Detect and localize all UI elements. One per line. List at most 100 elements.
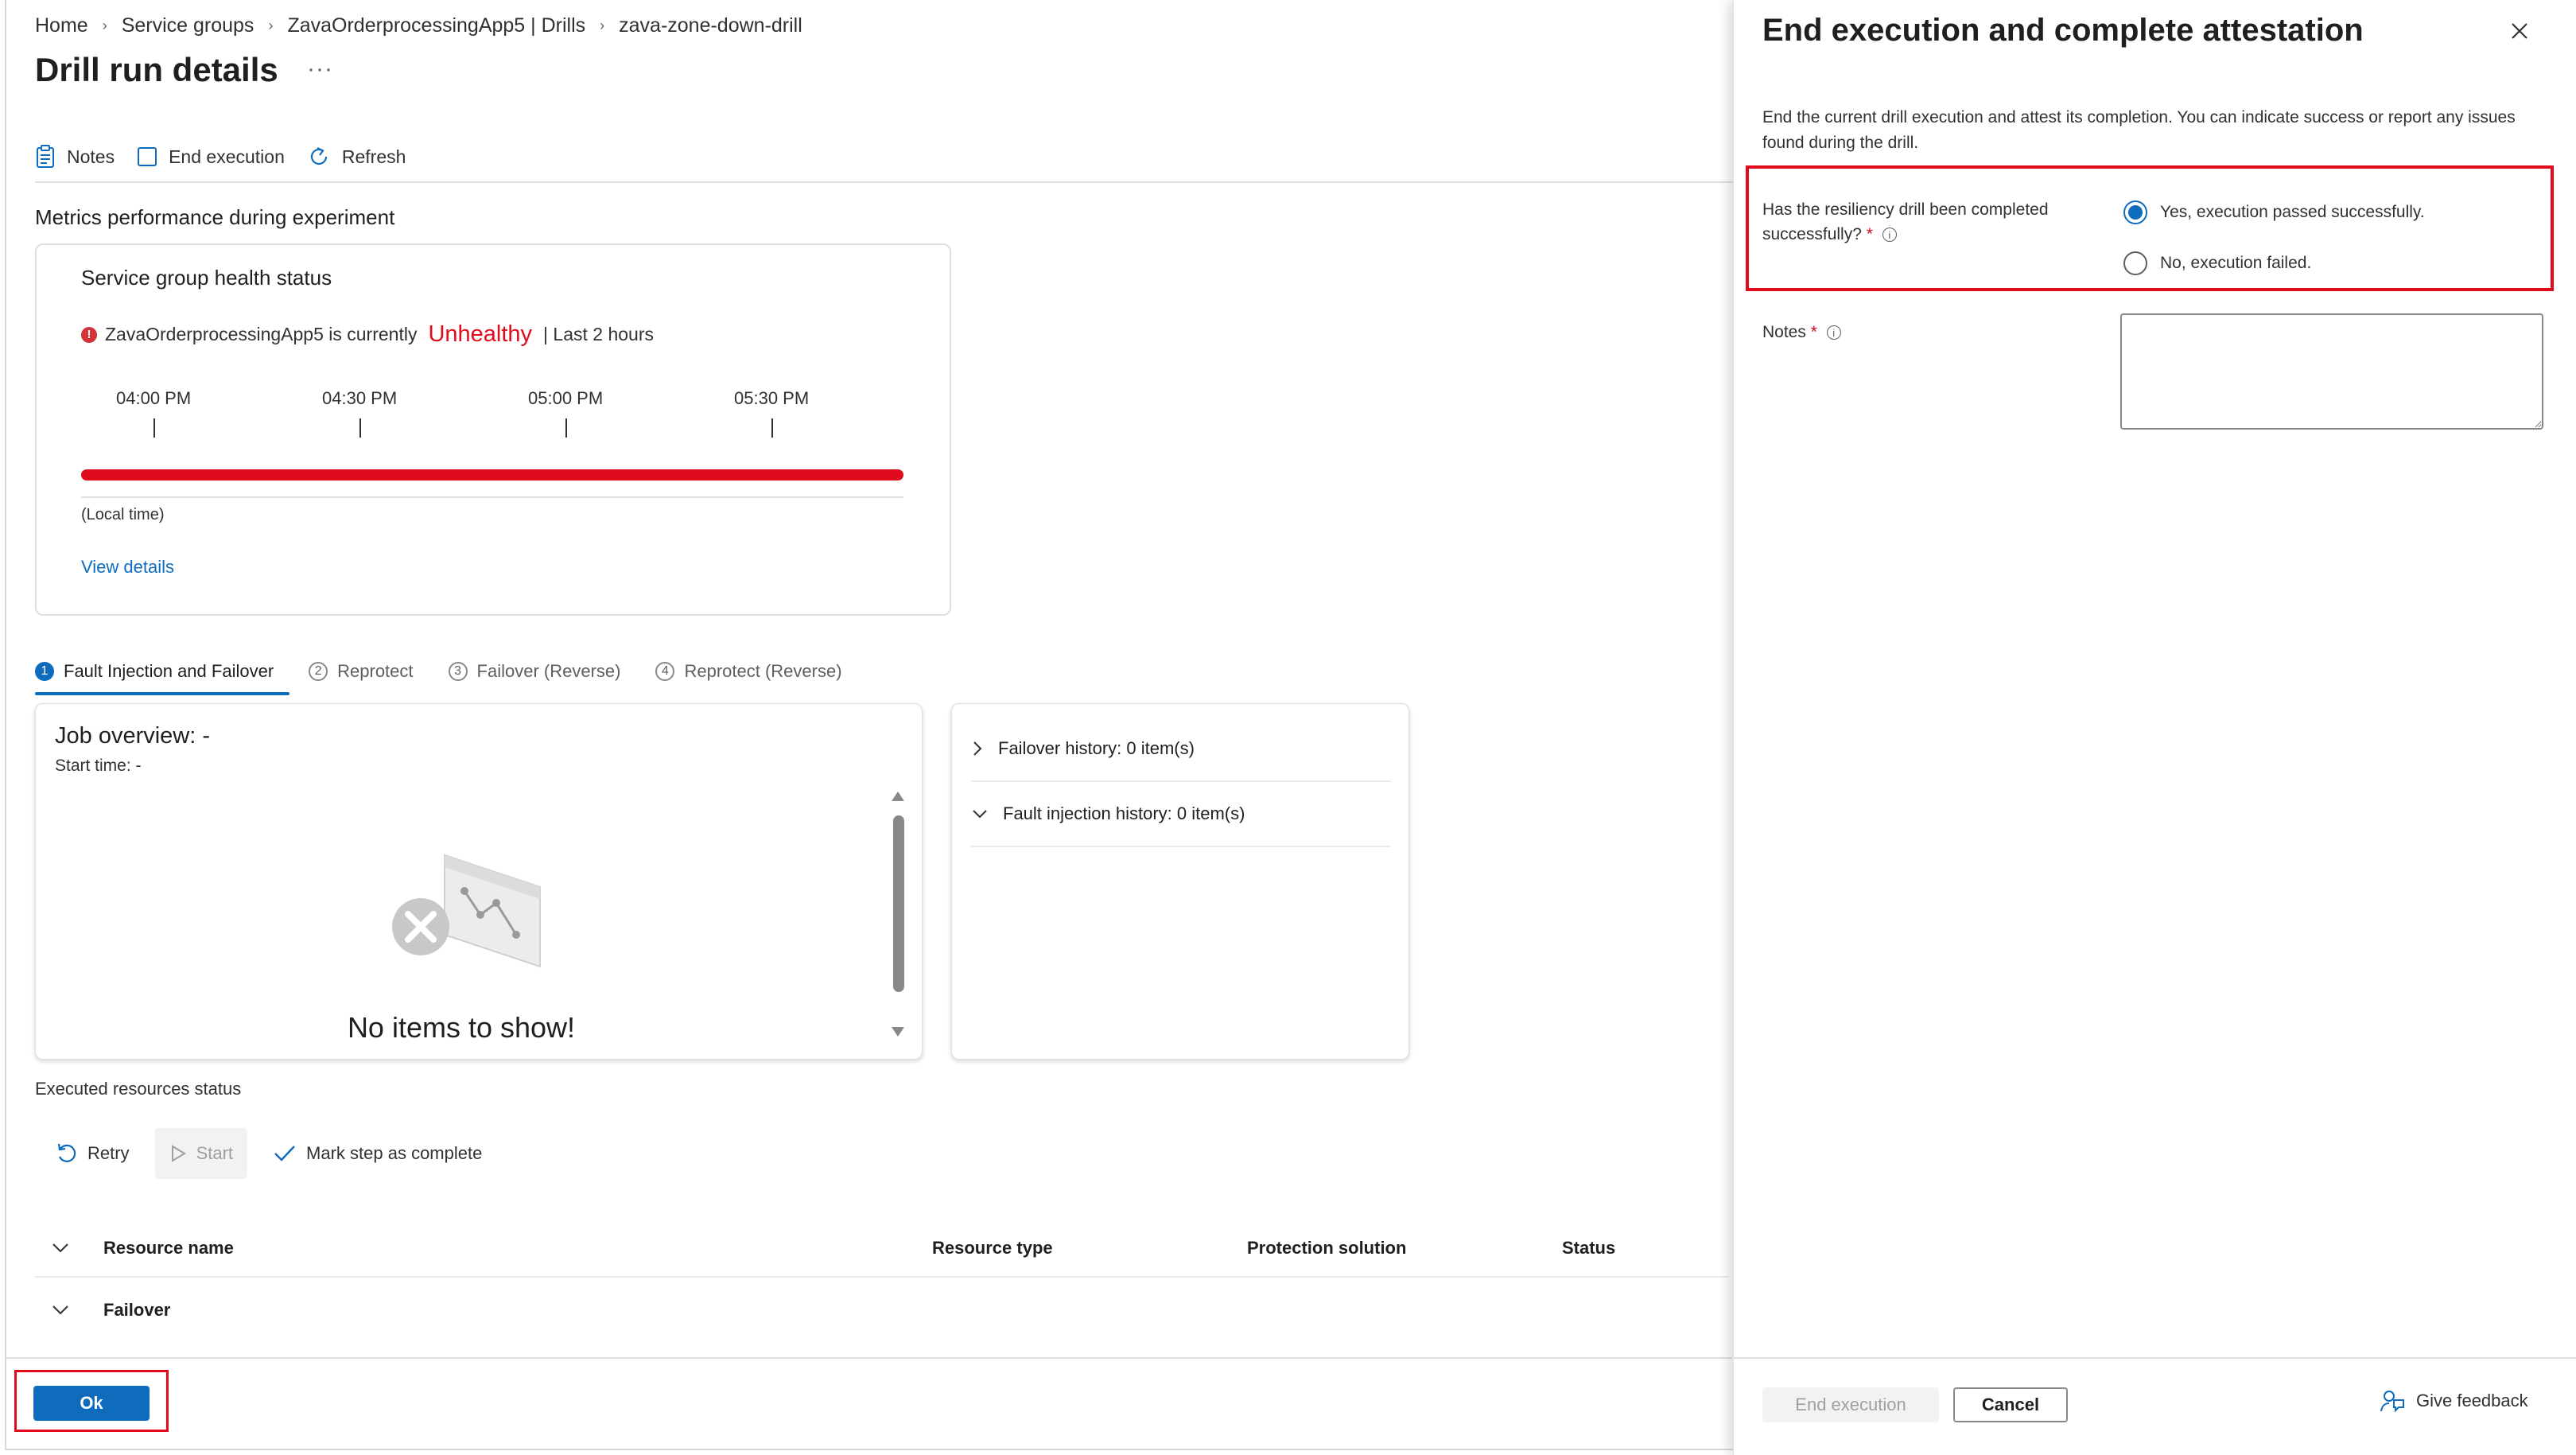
refresh-label: Refresh: [341, 146, 406, 167]
step-number: 1: [35, 662, 54, 681]
chevron-right-icon: ›: [268, 17, 274, 33]
radio-button-selected[interactable]: [2123, 200, 2147, 224]
tick-label: 04:30 PM: [322, 388, 398, 408]
chevron-right-icon: [973, 741, 982, 756]
breadcrumb-drill[interactable]: zava-zone-down-drill: [619, 14, 802, 37]
failover-history-label: Failover history: 0 item(s): [998, 738, 1195, 758]
radio-no-failed[interactable]: No, execution failed.: [2123, 251, 2311, 275]
end-execution-button[interactable]: End execution: [137, 140, 285, 173]
close-icon[interactable]: [2509, 21, 2530, 41]
notes-field-label: Notes * i: [1762, 323, 1841, 342]
give-feedback-button[interactable]: Give feedback: [2380, 1389, 2528, 1413]
info-icon[interactable]: i: [1882, 228, 1897, 243]
timeline-axis: [81, 496, 903, 498]
scrollbar[interactable]: [890, 792, 906, 1037]
tab-reprotect[interactable]: 2 Reprotect: [309, 661, 414, 682]
question-text: Has the resiliency drill been completed …: [1762, 200, 2049, 243]
status-prefix: ZavaOrderprocessingApp5 is currently: [105, 324, 418, 344]
table-group-row[interactable]: Failover: [35, 1282, 1729, 1338]
tick-label: 05:00 PM: [528, 388, 604, 408]
fault-injection-history-row[interactable]: Fault injection history: 0 item(s): [971, 782, 1391, 847]
chevron-right-icon: ›: [102, 17, 107, 33]
tab-fault-injection[interactable]: 1 Fault Injection and Failover: [35, 661, 274, 682]
stop-icon: [138, 147, 157, 166]
feedback-icon: [2380, 1391, 2404, 1413]
more-options-icon[interactable]: ···: [307, 56, 333, 83]
retry-icon: [57, 1143, 76, 1162]
chevron-down-icon: [973, 810, 987, 819]
give-feedback-label: Give feedback: [2416, 1391, 2528, 1410]
notes-label: Notes: [67, 146, 115, 167]
step-label: Failover (Reverse): [476, 661, 621, 681]
breadcrumb-service-groups[interactable]: Service groups: [122, 14, 254, 37]
active-tab-indicator: [35, 692, 289, 695]
end-execution-submit-button[interactable]: End execution: [1762, 1387, 1939, 1422]
info-icon[interactable]: i: [1826, 325, 1841, 340]
refresh-button[interactable]: Refresh: [307, 140, 406, 173]
group-toggle[interactable]: [51, 1282, 70, 1338]
checkmark-icon: [274, 1146, 295, 1161]
step-number: 2: [309, 662, 328, 681]
health-card-title: Service group health status: [81, 266, 332, 290]
tick-mark: [565, 418, 567, 438]
column-status[interactable]: Status: [1562, 1220, 1615, 1276]
status-badge: Unhealthy: [428, 321, 533, 347]
job-start-time: Start time: -: [55, 757, 142, 775]
history-card: Failover history: 0 item(s) Fault inject…: [951, 703, 1409, 1060]
chevron-down-icon: [52, 1243, 68, 1253]
mark-step-complete-button[interactable]: Mark step as complete: [258, 1128, 496, 1179]
step-label: Reprotect: [337, 661, 414, 681]
radio-button[interactable]: [2123, 251, 2147, 275]
radio-no-label: No, execution failed.: [2160, 254, 2312, 272]
step-label: Reprotect (Reverse): [684, 661, 842, 681]
failover-history-row[interactable]: Failover history: 0 item(s): [971, 717, 1391, 782]
status-suffix: | Last 2 hours: [543, 324, 654, 344]
health-timeline-bar: [81, 469, 903, 480]
panel-footer-divider: [1734, 1357, 2576, 1359]
scrollbar-thumb[interactable]: [893, 815, 904, 992]
retry-label: Retry: [87, 1143, 130, 1163]
radio-yes-passed[interactable]: Yes, execution passed successfully.: [2123, 200, 2425, 224]
tab-reprotect-reverse[interactable]: 4 Reprotect (Reverse): [655, 661, 842, 682]
empty-state-text: No items to show!: [347, 1011, 576, 1044]
breadcrumb: Home › Service groups › ZavaOrderprocess…: [35, 11, 802, 40]
column-resource-type[interactable]: Resource type: [932, 1220, 1053, 1276]
tick-label: 05:30 PM: [734, 388, 810, 408]
column-resource-name[interactable]: Resource name: [103, 1220, 234, 1276]
cancel-button[interactable]: Cancel: [1953, 1387, 2068, 1422]
tick-mark: [771, 418, 773, 438]
tick-mark: [359, 418, 361, 438]
view-details-link[interactable]: View details: [81, 557, 174, 578]
retry-button[interactable]: Retry: [41, 1128, 144, 1179]
refresh-icon: [310, 147, 327, 165]
chevron-down-icon: [52, 1305, 68, 1315]
job-overview-card: Job overview: - Start time: - No items t…: [35, 703, 923, 1060]
scroll-down-icon[interactable]: [892, 1027, 904, 1037]
collapse-all-toggle[interactable]: [51, 1220, 70, 1276]
ok-button[interactable]: Ok: [33, 1386, 150, 1421]
empty-state-illustration: [392, 854, 541, 968]
start-button[interactable]: Start: [154, 1128, 248, 1179]
step-number: 3: [448, 662, 468, 681]
executed-resources-label: Executed resources status: [35, 1079, 242, 1099]
breadcrumb-home[interactable]: Home: [35, 14, 88, 37]
scroll-up-icon[interactable]: [892, 792, 904, 801]
tick-label: 04:00 PM: [116, 388, 192, 408]
breadcrumb-drills[interactable]: ZavaOrderprocessingApp5 | Drills: [287, 14, 585, 37]
metrics-section-title: Metrics performance during experiment: [35, 205, 395, 229]
notes-button[interactable]: Notes: [35, 140, 115, 173]
completion-question: Has the resiliency drill been completed …: [1762, 197, 2112, 247]
start-label: Start: [196, 1143, 234, 1163]
group-label: Failover: [103, 1300, 171, 1320]
step-label: Fault Injection and Failover: [64, 661, 274, 681]
footer-divider: [5, 1357, 1732, 1359]
column-protection-solution[interactable]: Protection solution: [1247, 1220, 1406, 1276]
step-number: 4: [655, 662, 675, 681]
resources-table-header: Resource name Resource type Protection s…: [35, 1220, 1729, 1278]
notes-label-text: Notes: [1762, 323, 1806, 341]
notes-textarea[interactable]: [2120, 313, 2543, 430]
tick-mark: [153, 418, 155, 438]
fault-injection-history-label: Fault injection history: 0 item(s): [1003, 803, 1245, 823]
tab-failover-reverse[interactable]: 3 Failover (Reverse): [448, 661, 621, 682]
notes-icon: [37, 145, 54, 168]
